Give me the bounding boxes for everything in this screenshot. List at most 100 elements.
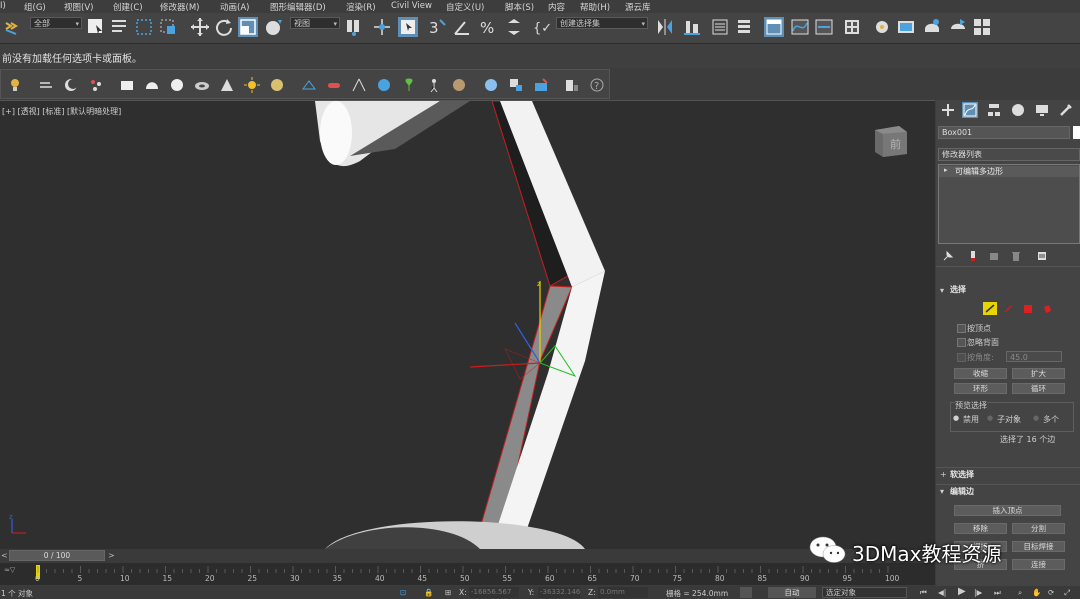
box-icon[interactable] <box>119 77 135 93</box>
mirror-icon[interactable] <box>655 17 675 37</box>
go-to-start-icon[interactable]: ⏮ <box>920 588 927 598</box>
modify-tab-icon[interactable] <box>962 102 978 118</box>
preview-multi-radio[interactable]: ● <box>1033 414 1039 422</box>
batch-render-icon[interactable] <box>564 77 580 93</box>
select-manipulate-icon[interactable] <box>372 17 392 37</box>
angle-spinner[interactable]: 45.0 <box>1006 351 1062 362</box>
edit-named-selection-icon[interactable]: {✓ <box>532 17 552 37</box>
viewcube[interactable]: 前 <box>873 124 909 158</box>
render-iterative-icon[interactable] <box>948 17 968 37</box>
menu-item-customize[interactable]: 自定义(U) <box>446 1 484 13</box>
edit-edges-title[interactable]: 编辑边 <box>950 486 1080 498</box>
keyboard-shortcut-override-icon[interactable] <box>398 17 418 37</box>
lock-selection-icon[interactable]: 🔒 <box>424 588 433 597</box>
create-tab-icon[interactable] <box>940 102 956 118</box>
set-key-icon[interactable] <box>740 587 752 598</box>
ring-button[interactable]: 环形 <box>954 383 1007 394</box>
pivot-center-icon[interactable] <box>344 17 364 37</box>
select-object-icon[interactable] <box>86 17 106 37</box>
edit-edges-rollout[interactable]: ▾ 编辑边 <box>936 484 1080 499</box>
menu-item-animation[interactable]: 动画(A) <box>220 1 249 13</box>
skylight-icon[interactable] <box>269 77 285 93</box>
angle-snap-icon[interactable] <box>452 17 472 37</box>
layer-explorer-icon[interactable] <box>734 17 754 37</box>
placement-icon[interactable] <box>264 17 284 37</box>
ignore-backface-checkbox[interactable] <box>957 338 966 347</box>
named-selection-dropdown[interactable]: 创建选择集 <box>556 17 648 30</box>
split-button[interactable]: 分割 <box>1012 523 1065 534</box>
selection-filter-dropdown[interactable]: 全部 <box>30 17 82 30</box>
border-mode-icon[interactable] <box>1003 304 1013 314</box>
soft-selection-expand-icon[interactable]: + <box>940 470 947 479</box>
window-crossing-icon[interactable] <box>158 17 178 37</box>
hierarchy-tab-icon[interactable] <box>986 102 1002 118</box>
remove-modifier-icon[interactable] <box>1010 250 1022 262</box>
plant-icon[interactable] <box>401 77 417 93</box>
absolute-mode-icon[interactable]: ⊞ <box>445 588 451 597</box>
grid-helper-icon[interactable] <box>301 77 317 93</box>
stack-item[interactable]: ▸ 可编辑多边形 <box>939 166 1079 177</box>
previous-frame-icon[interactable]: ◀| <box>938 588 946 597</box>
make-unique-icon[interactable] <box>988 250 1000 262</box>
selected-objects-dropdown[interactable]: 选定对象 <box>822 587 907 598</box>
snaps-toggle-icon[interactable]: 3 <box>428 17 448 37</box>
perspective-viewport[interactable]: [+] [透视] [标准] [默认明暗处理] z z 前 <box>0 100 935 549</box>
sphere-icon[interactable] <box>169 77 185 93</box>
select-by-name-icon[interactable] <box>110 17 130 37</box>
edit-edges-collapse-icon[interactable]: ▾ <box>940 487 944 496</box>
next-frame-icon[interactable]: |▶ <box>974 588 982 597</box>
maximize-viewport-icon[interactable]: ⤢ <box>1064 588 1070 598</box>
scene-explorer-icon[interactable] <box>710 17 730 37</box>
y-coordinate-field[interactable]: -36332.146 <box>538 587 580 598</box>
soft-selection-title[interactable]: 软选择 <box>950 469 1080 481</box>
environment-icon[interactable] <box>533 77 549 93</box>
render-setup-icon[interactable] <box>872 17 892 37</box>
camera-target-icon[interactable] <box>351 77 367 93</box>
play-icon[interactable]: ▶ <box>958 586 966 597</box>
orbit-icon[interactable]: ⟳ <box>1048 588 1054 597</box>
remove-button[interactable]: 移除 <box>954 523 1007 534</box>
show-end-result-icon[interactable] <box>967 250 979 262</box>
ribbon-toggle-icon[interactable] <box>764 17 784 37</box>
object-name-field[interactable]: Box001 <box>938 126 1070 139</box>
preview-off-radio[interactable]: ● <box>953 414 959 422</box>
help-icon[interactable]: ? <box>589 77 605 93</box>
capsule-icon[interactable] <box>326 77 342 93</box>
selection-collapse-icon[interactable]: ▾ <box>940 286 944 295</box>
wind-icon[interactable] <box>38 77 54 93</box>
selection-rollout-title[interactable]: 选择 <box>950 284 1080 296</box>
rotate-icon[interactable] <box>214 17 234 37</box>
object-color-swatch[interactable] <box>1073 126 1080 139</box>
menu-item-rendering[interactable]: 渲染(R) <box>346 1 376 13</box>
shrink-button[interactable]: 收缩 <box>954 368 1007 379</box>
by-vertex-checkbox[interactable] <box>957 324 966 333</box>
menu-item-modifiers[interactable]: 修改器(M) <box>160 1 199 13</box>
element-mode-icon[interactable] <box>1042 304 1052 314</box>
time-next-icon[interactable]: > <box>108 551 115 560</box>
hemisphere-icon[interactable] <box>144 77 160 93</box>
isolate-icon[interactable]: ⊡ <box>400 588 406 597</box>
loop-button[interactable]: 循环 <box>1012 383 1065 394</box>
link-icon[interactable] <box>3 17 23 37</box>
pan-hand-icon[interactable]: ✋ <box>1032 588 1041 597</box>
walkthrough-icon[interactable] <box>426 77 442 93</box>
menu-item-graph-editors[interactable]: 图形编辑器(D) <box>270 1 326 13</box>
go-to-end-icon[interactable]: ⏭ <box>994 588 1001 598</box>
render-region-icon[interactable] <box>508 77 524 93</box>
cone-icon[interactable] <box>219 77 235 93</box>
material-ball-icon[interactable] <box>451 77 467 93</box>
time-prev-icon[interactable]: < <box>1 551 8 560</box>
by-angle-checkbox[interactable] <box>957 353 966 362</box>
x-coordinate-field[interactable]: -16856.567 <box>469 587 519 598</box>
menu-item-edit[interactable]: I) <box>0 1 6 11</box>
align-icon[interactable] <box>682 17 702 37</box>
auto-key-button[interactable]: 自动 <box>768 587 816 598</box>
spinner-snap-icon[interactable] <box>504 17 524 37</box>
display-tab-icon[interactable] <box>1034 102 1050 118</box>
particle-icon[interactable] <box>88 77 104 93</box>
rendered-frame-window-icon[interactable] <box>896 17 916 37</box>
percent-snap-icon[interactable]: % <box>478 17 498 37</box>
reference-coordinate-dropdown[interactable]: 视图 <box>290 17 340 30</box>
expand-arrow-icon[interactable]: ▸ <box>944 166 948 174</box>
time-slider[interactable]: 0 / 100 <box>9 550 105 561</box>
